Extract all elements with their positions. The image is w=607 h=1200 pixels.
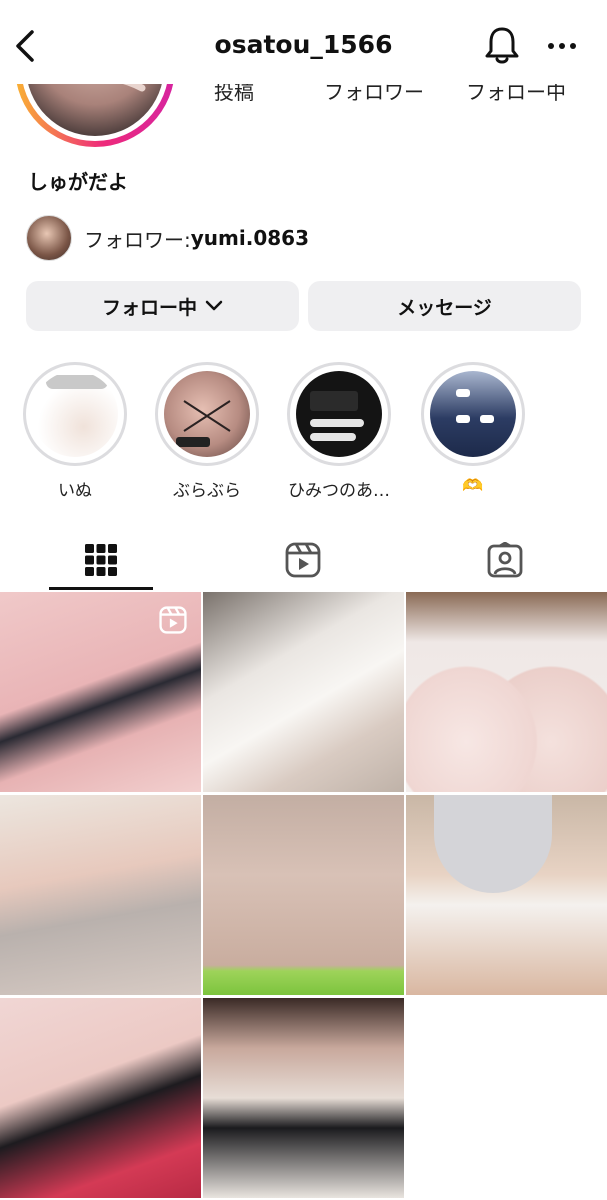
bell-icon[interactable] xyxy=(484,24,520,66)
more-horizontal-icon[interactable] xyxy=(546,34,578,58)
post-thumbnail[interactable] xyxy=(0,795,201,995)
following-button-label: フォロー中 xyxy=(101,296,197,319)
highlight-cover xyxy=(32,371,118,457)
reels-icon xyxy=(285,542,321,578)
highlight-ring xyxy=(421,362,525,466)
post-thumbnail[interactable] xyxy=(203,998,404,1198)
tab-grid[interactable] xyxy=(0,530,202,590)
highlight-label: ひみつのあ… xyxy=(288,481,390,501)
profile-header: osatou_1566 xyxy=(0,0,607,84)
message-button-label: メッセージ xyxy=(397,296,492,319)
highlight-label: 🫶 xyxy=(462,476,484,496)
display-name: しゅがだよ xyxy=(28,170,128,194)
highlight-ring xyxy=(23,362,127,466)
highlight-ring xyxy=(287,362,391,466)
follower-avatar[interactable] xyxy=(26,215,72,261)
followed-by-row[interactable]: フォロワー: yumi.0863 xyxy=(26,214,309,262)
highlight-label: ぶらぶら xyxy=(173,481,241,501)
post-thumbnail[interactable] xyxy=(203,795,404,995)
followed-by-prefix: フォロワー: xyxy=(84,227,191,252)
highlight-label: いぬ xyxy=(58,481,92,501)
post-thumbnail[interactable] xyxy=(406,795,607,995)
highlight-cover xyxy=(296,371,382,457)
message-button[interactable]: メッセージ xyxy=(308,281,581,331)
post-thumbnail[interactable] xyxy=(203,592,404,792)
highlight-item[interactable]: いぬ xyxy=(20,362,130,501)
highlight-cover xyxy=(430,371,516,457)
tab-tagged[interactable] xyxy=(404,530,606,590)
tagged-user-icon xyxy=(487,542,523,578)
chevron-down-icon xyxy=(205,300,223,311)
post-thumbnail[interactable] xyxy=(406,592,607,792)
active-tab-indicator xyxy=(49,587,153,590)
highlight-item[interactable]: ひみつのあ… xyxy=(284,362,394,501)
highlight-item[interactable]: 🫶 xyxy=(418,362,528,496)
grid-icon xyxy=(85,544,117,576)
reels-icon xyxy=(159,606,187,634)
post-thumbnail[interactable] xyxy=(0,592,201,792)
highlight-item[interactable]: ぶらぶら xyxy=(152,362,262,501)
post-thumbnail[interactable] xyxy=(0,998,201,1198)
highlight-cover xyxy=(164,371,250,457)
followed-by-username[interactable]: yumi.0863 xyxy=(191,226,309,250)
tab-reels[interactable] xyxy=(202,530,404,590)
highlight-ring xyxy=(155,362,259,466)
following-button[interactable]: フォロー中 xyxy=(26,281,299,331)
